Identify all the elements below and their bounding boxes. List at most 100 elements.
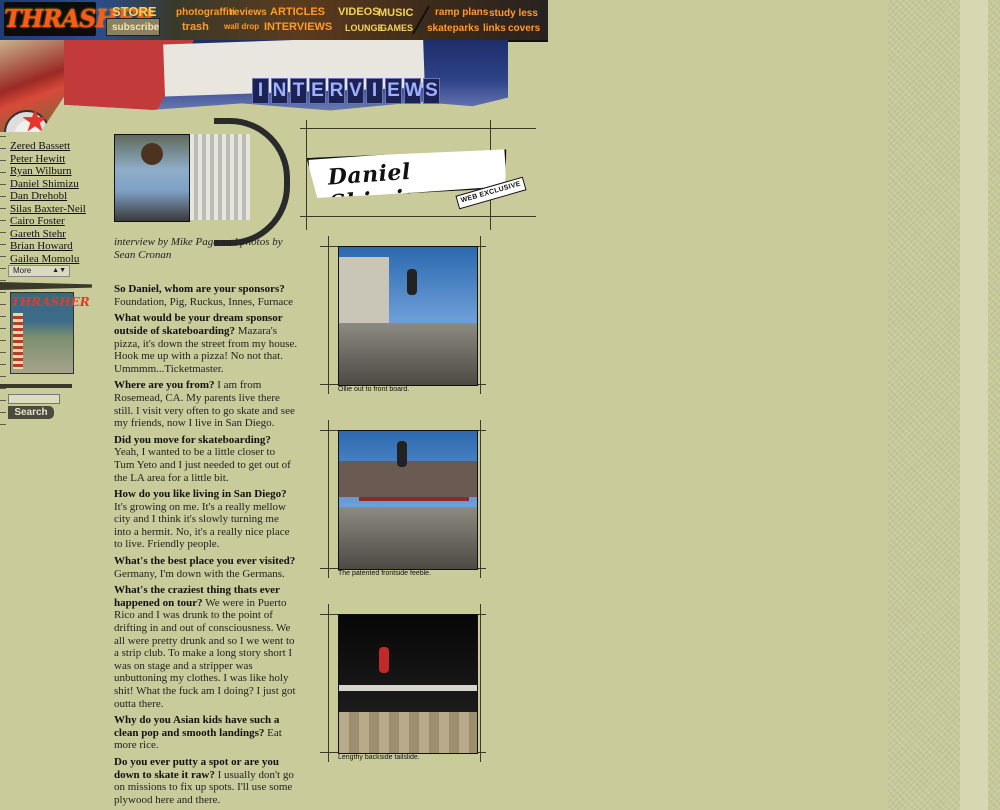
banner-letter: R <box>328 78 345 104</box>
nav-subscribe[interactable]: subscribe <box>112 23 159 33</box>
nav-lounge[interactable]: LOUNGE <box>345 24 384 33</box>
magazine-spine <box>13 313 23 369</box>
nav-trash[interactable]: trash <box>182 22 209 33</box>
skate-photo[interactable] <box>338 430 478 570</box>
sidebar-divider <box>0 384 72 388</box>
list-item: Gailea Momolu <box>10 249 86 265</box>
question: So Daniel, whom are your sponsors? <box>114 283 285 296</box>
left-collage <box>0 40 68 132</box>
qa-pair: Do you ever putty a spot or are you down… <box>114 756 298 806</box>
search-input[interactable] <box>8 394 60 404</box>
interview-list: Zered Bassett Peter Hewitt Ryan Wilburn … <box>10 136 86 265</box>
photo-ground <box>339 322 477 385</box>
list-item: Ryan Wilburn <box>10 161 86 177</box>
nav-reviews[interactable]: reviews <box>230 8 267 18</box>
list-item: Silas Baxter-Neil <box>10 199 86 215</box>
chevron-updown-icon: ▲▼ <box>52 267 66 274</box>
photo-skater <box>407 269 417 295</box>
banner-letter: S <box>423 78 440 104</box>
portrait-head <box>141 143 163 165</box>
list-item: Gareth Stehr <box>10 224 86 240</box>
answer: It's growing on me. It's a really mellow… <box>114 500 290 551</box>
sidebar-rule-lines <box>0 136 6 426</box>
photo-ground <box>339 506 477 569</box>
qa-pair: So Daniel, whom are your sponsors? Found… <box>114 283 298 308</box>
nav-photograffiti[interactable]: photograffiti <box>176 8 235 18</box>
sidebar-divider <box>0 282 92 290</box>
banner-letter: V <box>347 78 364 104</box>
banner-letter: I <box>366 78 383 104</box>
nav-skateparks[interactable]: skateparks <box>427 24 479 34</box>
textured-margin-stripe <box>960 0 988 810</box>
question: Where are you from? <box>114 379 215 392</box>
list-item: Brian Howard <box>10 236 86 252</box>
frame-line <box>480 236 481 394</box>
nav-wall-drop[interactable]: wall drop <box>224 23 259 31</box>
photo-handrail <box>359 497 469 501</box>
nav-links[interactable]: links <box>483 24 506 34</box>
thrasher-logo[interactable]: THRASHER <box>4 2 154 36</box>
photo-frame: The patented frontside feeble. <box>320 420 486 578</box>
answer: Foundation, Pig, Ruckus, Innes, Furnace <box>114 295 294 308</box>
nav-ramp-plans[interactable]: ramp plans <box>435 8 488 18</box>
search-button[interactable]: Search <box>8 406 54 419</box>
nav-covers[interactable]: covers <box>508 24 540 34</box>
banner-letter: W <box>404 78 423 104</box>
skater-portrait <box>114 134 190 222</box>
nav-articles[interactable]: ARTICLES <box>270 7 325 18</box>
qa-pair: Where are you from? I am from Rosemead, … <box>114 379 298 429</box>
magazine-title: THRASHER <box>11 295 90 309</box>
more-select-value: More <box>13 266 32 275</box>
sidebar-link[interactable]: Gailea Momolu <box>10 253 79 265</box>
nav-store[interactable]: STORE <box>112 5 157 18</box>
photo-frame: Lengthy backside tailslide. <box>320 604 486 762</box>
qa-pair: What would be your dream sponsor outside… <box>114 312 298 375</box>
top-nav: THRASHER STORE subscribe photograffiti r… <box>0 0 548 42</box>
skate-photo[interactable] <box>338 246 478 386</box>
photo-ground <box>339 711 477 753</box>
photo-building <box>339 461 477 497</box>
list-item: Zered Bassett <box>10 136 86 152</box>
qa-pair: What's the best place you ever visited? … <box>114 555 298 580</box>
list-item: Peter Hewitt <box>10 149 86 165</box>
frame-line <box>480 604 481 762</box>
qa-pair: Did you move for skateboarding? Yeah, I … <box>114 434 298 484</box>
qa-pair: Why do you Asian kids have such a clean … <box>114 714 298 752</box>
skate-photo[interactable] <box>338 614 478 754</box>
qa-pair: How do you like living in San Diego? It'… <box>114 488 298 551</box>
byline: interview by Mike Page and photos by Sea… <box>114 236 283 261</box>
photo-skater <box>379 647 389 673</box>
nav-music[interactable]: MUSIC <box>378 8 413 19</box>
frame-line <box>480 420 481 578</box>
banner-letter: T <box>290 78 307 104</box>
magazine-cover[interactable]: THRASHER <box>10 292 90 374</box>
question: Why do you Asian kids have such a clean … <box>114 714 280 739</box>
banner-title: I N T E R V I E W S <box>252 78 440 104</box>
question: What's the best place you ever visited? <box>114 555 296 568</box>
more-select[interactable]: More ▲▼ <box>8 265 70 277</box>
banner-letter: N <box>271 78 288 104</box>
nav-study-less[interactable]: study less <box>489 9 538 19</box>
nav-games[interactable]: GAMES <box>380 24 413 33</box>
photo-caption: Lengthy backside tailslide. <box>338 754 420 761</box>
photo-caption: Ollie out to front board. <box>338 386 410 393</box>
qa-pair: What's the craziest thing thats ever hap… <box>114 584 298 710</box>
frame-line <box>328 236 329 394</box>
banner-letter: E <box>309 78 326 104</box>
photo-frame: Ollie out to front board. <box>320 236 486 394</box>
frame-line <box>328 420 329 578</box>
frame-line <box>328 604 329 762</box>
photo-ledge <box>339 685 477 691</box>
list-item: Daniel Shimizu <box>10 174 86 190</box>
banner-letter: I <box>252 78 269 104</box>
photo-sky <box>339 615 477 712</box>
sidebar: Zered Bassett Peter Hewitt Ryan Wilburn … <box>0 132 98 810</box>
question: How do you like living in San Diego? <box>114 488 287 501</box>
photo-skater <box>397 441 407 467</box>
nav-videos[interactable]: VIDEOS <box>338 7 380 18</box>
answer: We were in Puerto Rico and I was drunk t… <box>114 596 296 710</box>
interview-article: interview by Mike Page and photos by Sea… <box>114 236 298 810</box>
film-strip-graphic <box>190 134 250 220</box>
nav-interviews[interactable]: INTERVIEWS <box>264 22 332 33</box>
answer: Yeah, I wanted to be a little closer to … <box>114 446 291 484</box>
